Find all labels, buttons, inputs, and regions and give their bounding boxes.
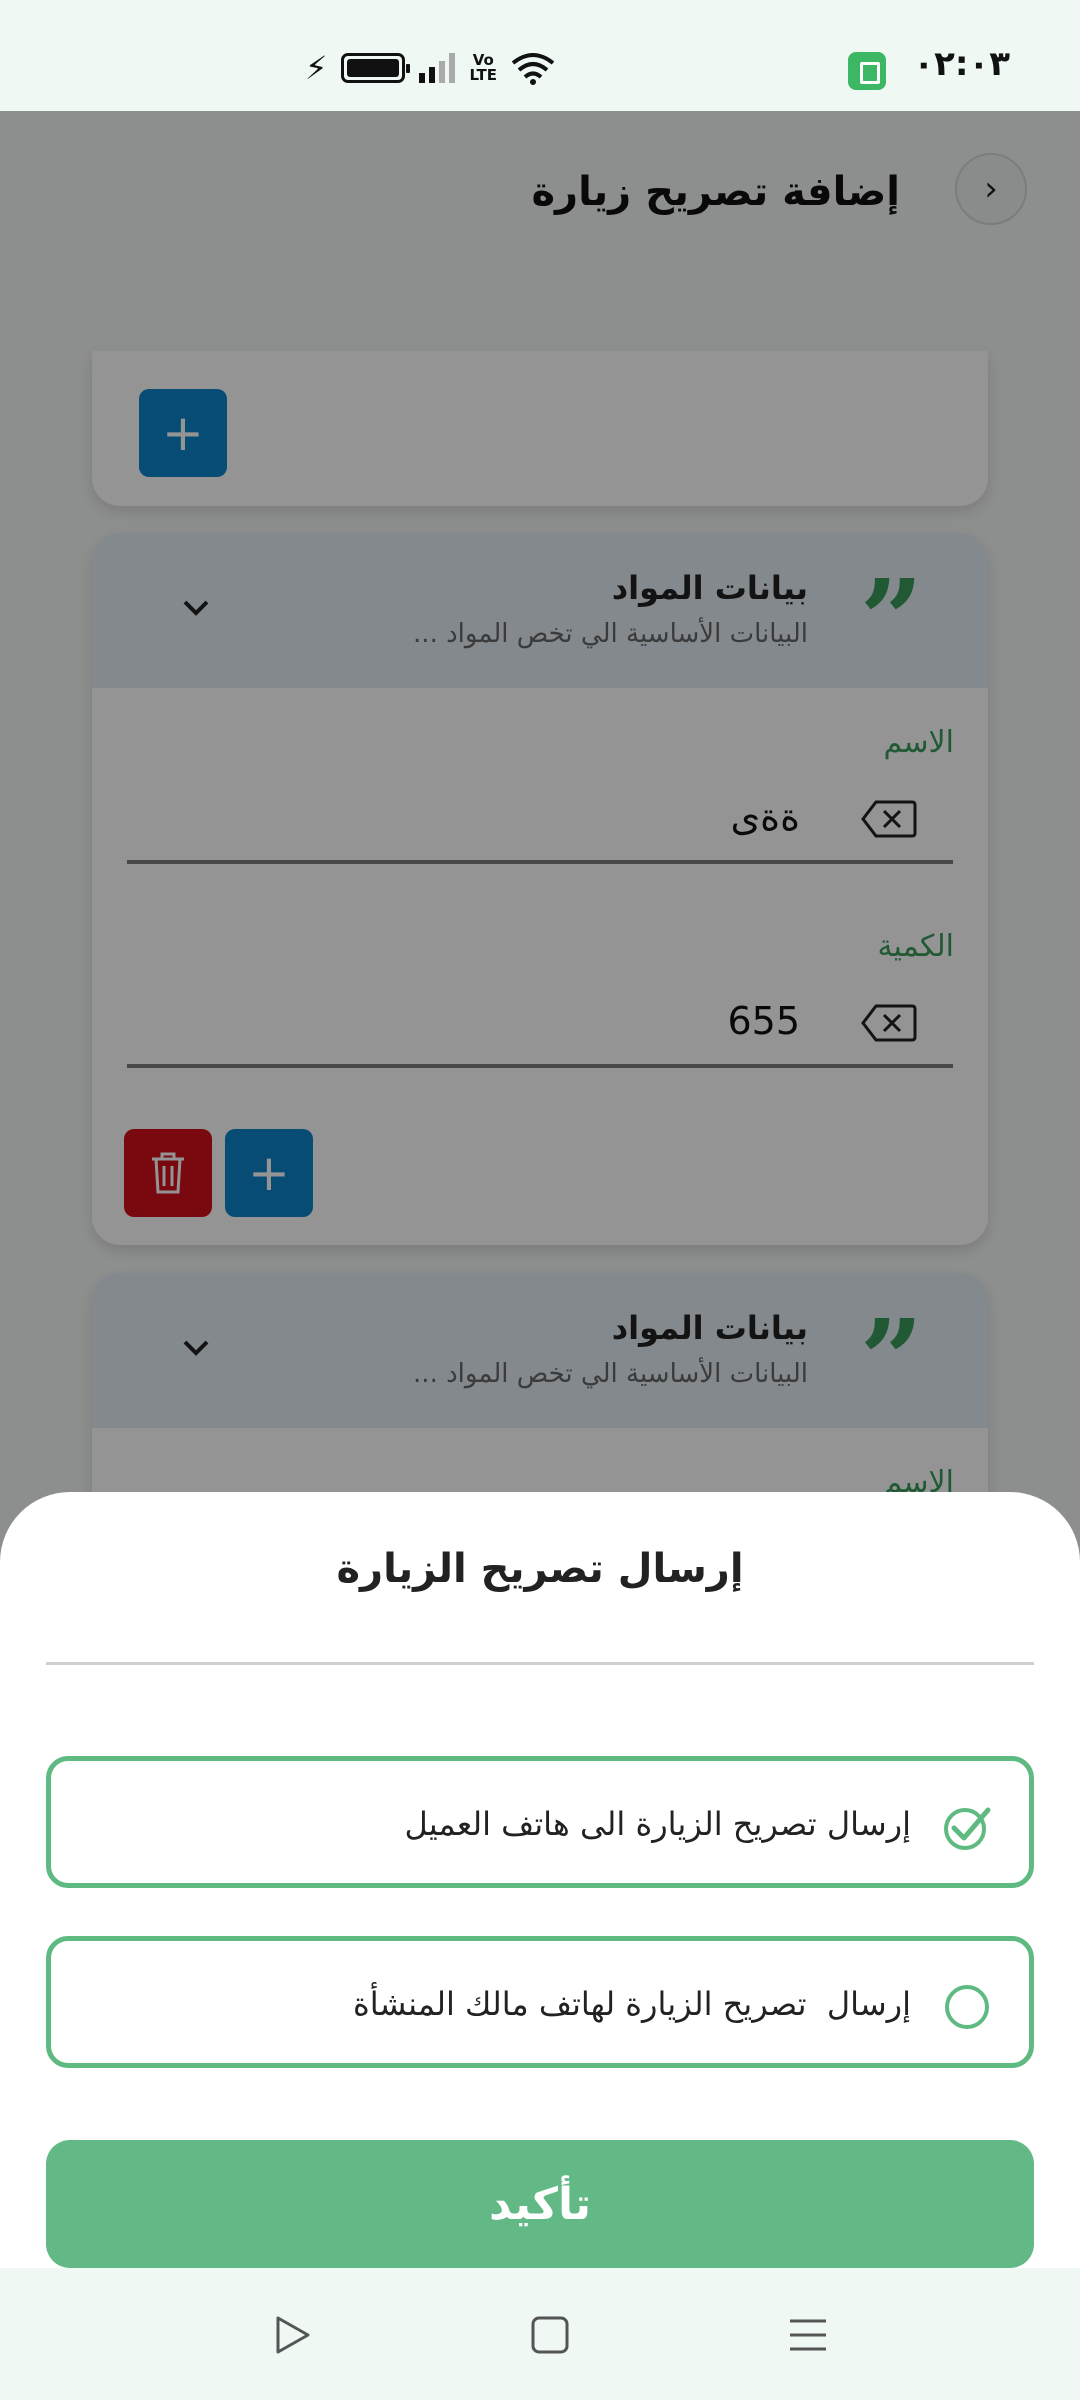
menu-icon[interactable] bbox=[786, 2313, 830, 2357]
volte-icon: Vo LTE bbox=[469, 51, 498, 84]
option-label: إرسال تصريح الزيارة لهاتف مالك المنشأة bbox=[353, 1985, 911, 2023]
status-time: ۰۲:۰۳ bbox=[913, 44, 1010, 84]
charging-bolt-icon: ⚡ bbox=[305, 49, 328, 87]
option-label: إرسال تصريح الزيارة الى هاتف العميل bbox=[404, 1805, 912, 1843]
wifi-icon bbox=[511, 51, 555, 85]
option-send-to-owner[interactable]: إرسال تصريح الزيارة لهاتف مالك المنشأة bbox=[46, 1936, 1034, 2068]
system-nav-bar bbox=[0, 2268, 1080, 2400]
status-icons: ⚡ Vo LTE bbox=[305, 48, 555, 88]
checked-circle-icon[interactable] bbox=[943, 1803, 991, 1851]
radio-circle-icon[interactable] bbox=[943, 1983, 991, 2031]
divider bbox=[46, 1662, 1034, 1665]
status-bar: ⚡ Vo LTE ۰۲:۰۳ bbox=[0, 0, 1080, 111]
battery-icon bbox=[341, 53, 411, 83]
sheet-title: إرسال تصريح الزيارة bbox=[336, 1546, 744, 1592]
home-square-icon[interactable] bbox=[528, 2313, 572, 2357]
bottom-sheet: إرسال تصريح الزيارة إرسال تصريح الزيارة … bbox=[0, 1492, 1080, 2268]
app-notification-icon bbox=[848, 52, 886, 90]
signal-icon bbox=[419, 53, 456, 83]
confirm-button[interactable]: تأكيد bbox=[46, 2140, 1034, 2268]
option-send-to-customer[interactable]: إرسال تصريح الزيارة الى هاتف العميل bbox=[46, 1756, 1034, 1888]
back-triangle-icon[interactable] bbox=[270, 2313, 314, 2357]
